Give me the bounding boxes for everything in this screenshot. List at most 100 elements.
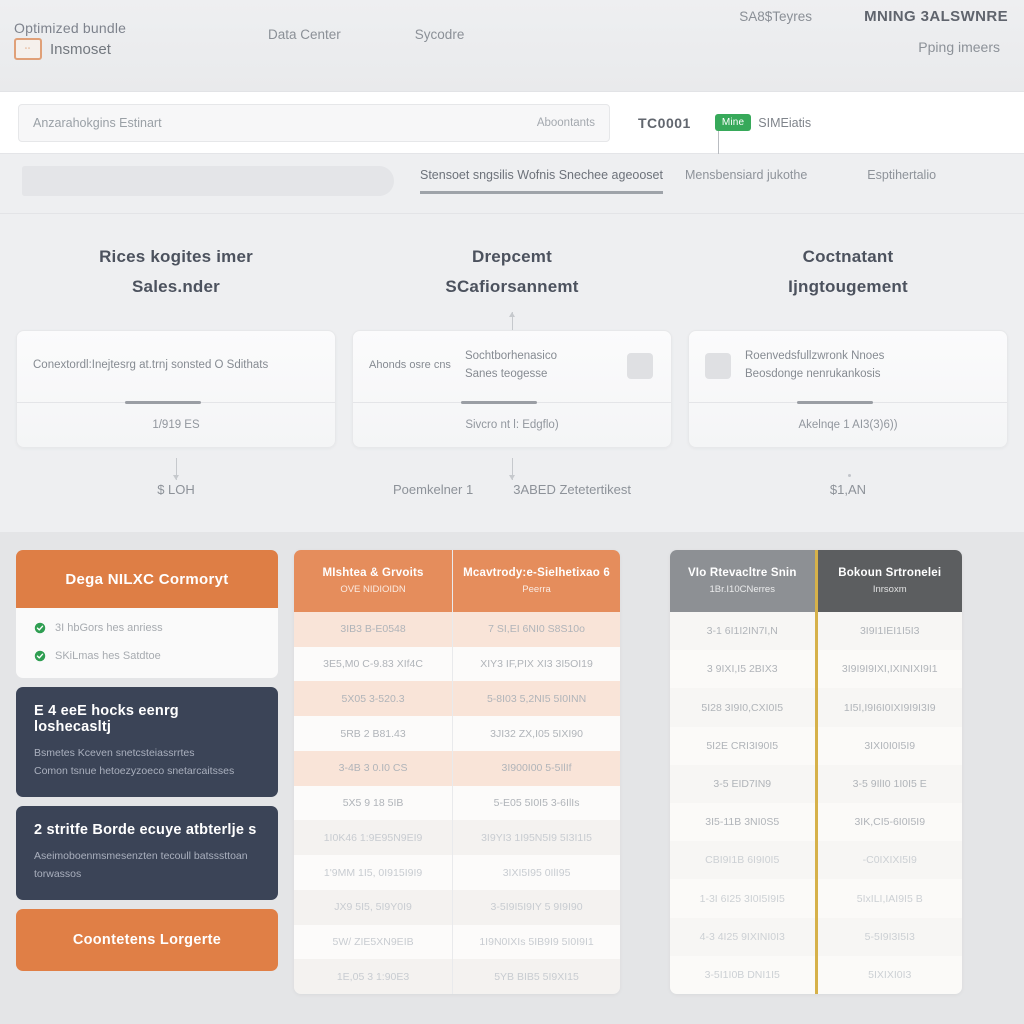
table-row[interactable]: 5-E05 5I0I5 3-6IlIs bbox=[453, 785, 620, 821]
plan-card-0[interactable]: E 4 eeE hocks eenrg loshecasltj Bsmetes … bbox=[16, 687, 278, 797]
grey-bag-icon bbox=[705, 353, 731, 379]
table-row[interactable]: 3-1 6I1I2IN7I,N bbox=[670, 612, 815, 651]
right-table-column-1: Bokoun Srtronelei Inrsoxm 3I9I1IEI1I5I3 … bbox=[814, 550, 962, 994]
process-section: Rices kogites imer Sales.nder Conextordl… bbox=[0, 214, 1024, 532]
table-row[interactable]: 3IB3 B-E0548 bbox=[294, 612, 453, 647]
status-badge-text: SIMEiatis bbox=[758, 115, 812, 130]
table-row[interactable]: CBI9I1B 6I9I0I5 bbox=[670, 841, 815, 880]
center-table-column-0: MIshtea & Grvoits OVE NIDIOIDN 3IB3 B-E0… bbox=[294, 550, 453, 994]
process-title-1: Drepcemt SCafiorsannemt bbox=[445, 247, 579, 296]
brand-line-1: Optimized bundle bbox=[14, 20, 127, 36]
services-label[interactable]: SA8$Teyres bbox=[739, 9, 812, 24]
table-row[interactable]: 5I2E CRI3I90I5 bbox=[670, 726, 815, 765]
table-row[interactable]: 3-5I9I5I9IY 5 9I9I90 bbox=[453, 889, 620, 925]
plan-header: Dega NILXC Cormoryt bbox=[16, 550, 278, 608]
plan-card-body-0: Bsmetes Kceven snetcsteiassrrtes Comon t… bbox=[34, 747, 235, 778]
app-root: Optimized bundle ▫▫ Insmoset Data Center… bbox=[0, 0, 1024, 1024]
tab-2[interactable]: Esptihertalio bbox=[867, 168, 936, 194]
table-row[interactable]: 5W/ ZIE5XN9EIB bbox=[294, 924, 453, 960]
right-table-header-sub-1: Inrsoxm bbox=[872, 584, 907, 595]
table-row[interactable]: 3IXI0I0I5I9 bbox=[817, 726, 962, 765]
table-row[interactable]: 5-8I03 5,2NI5 5I0INN bbox=[453, 681, 620, 717]
table-row[interactable]: XIY3 IF,PIX XI3 3I5OI19 bbox=[453, 646, 620, 682]
table-row[interactable]: 3IXI5I95 0IlI95 bbox=[453, 855, 620, 890]
table-row[interactable]: 5X05 3-520.3 bbox=[294, 681, 453, 717]
tab-0[interactable]: Stensoet sngsilis Wofnis Snechee ageoose… bbox=[420, 168, 663, 194]
table-row[interactable]: 3-4B 3 0.I0 CS bbox=[294, 750, 453, 786]
table-row[interactable]: 1I0K46 1:9E95N9EI9 bbox=[294, 820, 453, 856]
table-row[interactable]: 3IK,CI5-6I0I5I9 bbox=[817, 803, 962, 842]
plan-feature-0: 3I hbGors hes anriess bbox=[34, 622, 260, 634]
process-card-label-0: Conextordl:Inejtesrg at.trnj sonsted O S… bbox=[33, 359, 269, 372]
right-table-header-title-1: Bokoun Srtronelei bbox=[838, 567, 942, 579]
table-row[interactable]: 4-3 4I25 9IXINI0I3 bbox=[670, 917, 815, 956]
search-strip: Anzarahokgins Estinart Aboontants TC0001… bbox=[0, 92, 1024, 154]
top-header-bar: Optimized bundle ▫▫ Insmoset Data Center… bbox=[0, 0, 1024, 92]
table-row[interactable]: 1E,05 3 1:90E3 bbox=[294, 959, 453, 994]
center-table-header-1: Mcavtrody:e-Sielhetixao 6 Peerra bbox=[453, 550, 620, 612]
brand[interactable]: Optimized bundle ▫▫ Insmoset bbox=[14, 20, 126, 60]
table-row[interactable]: -C0IXIXI5I9 bbox=[817, 841, 962, 880]
table-row[interactable]: 5IXIXI0I3 bbox=[817, 955, 962, 994]
process-card-2[interactable]: Roenvedsfullzwronk Nnoes Beosdonge nenru… bbox=[688, 329, 1008, 448]
tab-1[interactable]: Mensbensiard jukothe bbox=[685, 168, 807, 194]
table-row[interactable]: 3I9I1IEI1I5I3 bbox=[817, 612, 962, 651]
right-table-column-0: VIo Rtevacltre Snin 1Br.I10CNerres 3-1 6… bbox=[670, 550, 815, 994]
table-row[interactable]: 1I9N0IXIs 5IB9I9 5I0I9I1 bbox=[453, 924, 620, 960]
process-footer-left-1: Poemkelner 1 bbox=[393, 482, 474, 497]
table-row[interactable]: 1-3I 6I25 3I0I5I9I5 bbox=[670, 879, 815, 918]
top-navigation: Data Center Sycodre bbox=[268, 27, 464, 42]
table-row[interactable]: 3JI32 ZX,I05 5IXI90 bbox=[453, 716, 620, 751]
right-table-header-0: VIo Rtevacltre Snin 1Br.I10CNerres bbox=[670, 550, 815, 612]
table-row[interactable]: 3-5 EID7IN9 bbox=[670, 764, 815, 804]
table-row[interactable]: JX9 5I5, 5I9Y0I9 bbox=[294, 889, 453, 925]
table-row[interactable]: 3I900I00 5-5IlIf bbox=[453, 750, 620, 786]
status-badge-group: Mine SIMEiatis bbox=[714, 114, 812, 131]
search-placeholder: Anzarahokgins Estinart bbox=[33, 115, 162, 130]
plan-feature-1: SKiLmas hes Satdtoe bbox=[34, 650, 260, 662]
table-row[interactable]: 5RB 2 B81.43 bbox=[294, 716, 453, 751]
plan-card-title-1: 2 stritfe Borde ecuye atbterlje s bbox=[34, 821, 257, 838]
process-arrow-down-1 bbox=[509, 458, 515, 480]
table-row[interactable]: 3I9YI3 1I95N5I9 5I3I1I5 bbox=[453, 820, 620, 856]
process-column-2: Coctnatant Ijngtougement Roenvedsfullzwr… bbox=[688, 242, 1008, 532]
center-table-header-sub-0: OVE NIDIOIDN bbox=[340, 584, 406, 595]
process-card-label-left-1: Ahonds osre cns bbox=[369, 359, 451, 372]
table-row[interactable]: 5-5I9I3I5I3 bbox=[817, 917, 962, 956]
table-row[interactable]: 1I5I,I9I6I0IXI9I9I3I9 bbox=[817, 688, 962, 727]
plan-card-1[interactable]: 2 stritfe Borde ecuye atbterlje s Aseimo… bbox=[16, 805, 278, 900]
table-row[interactable]: 3-5 9IlI0 1I0I5 E bbox=[817, 764, 962, 804]
table-row[interactable]: 5YB BIB5 5I9XI15 bbox=[453, 959, 620, 994]
table-row[interactable]: 5IxILI,IAI9I5 B bbox=[817, 879, 962, 918]
table-row[interactable]: 5X5 9 18 5IB bbox=[294, 785, 453, 821]
search-action-label[interactable]: Aboontants bbox=[537, 117, 595, 129]
process-card-1[interactable]: Ahonds osre cns Sochtborhenasico Sanes t… bbox=[352, 329, 672, 448]
search-input[interactable]: Anzarahokgins Estinart Aboontants bbox=[18, 103, 610, 142]
table-row[interactable]: 3I5-11B 3NI0S5 bbox=[670, 803, 815, 842]
right-table-body-1: 3I9I1IEI1I5I3 3I9I9I9IXI,IXINIXI9I1 1I5I… bbox=[817, 612, 962, 994]
nav-item-0[interactable]: Data Center bbox=[268, 27, 341, 42]
header-right-block: SA8$Teyres MNING 3ALSWNRE Pping imeers bbox=[739, 8, 1008, 55]
tab-list: Stensoet sngsilis Wofnis Snechee ageoose… bbox=[420, 168, 936, 194]
orange-square-logo-icon: ▫▫ bbox=[14, 38, 42, 60]
record-code: TC0001 bbox=[638, 114, 691, 131]
table-row[interactable]: 1'9MM 1I5, 0I915I9I9 bbox=[294, 855, 453, 890]
nav-item-1[interactable]: Sycodre bbox=[415, 27, 465, 42]
plan-cta-button[interactable]: Coontetens Lorgerte bbox=[16, 908, 278, 971]
table-row[interactable]: 3E5,M0 C-9.83 XIf4C bbox=[294, 646, 453, 682]
plan-feature-text-1: SKiLmas hes Satdtoe bbox=[55, 650, 161, 662]
table-row[interactable]: 3I9I9I9IXI,IXINIXI9I1 bbox=[817, 650, 962, 689]
table-row[interactable]: 5I28 3I9I0,CXI0I5 bbox=[670, 688, 815, 727]
table-row[interactable]: 3 9IXI,I5 2BIX3 bbox=[670, 650, 815, 689]
status-badge: Mine bbox=[714, 114, 752, 131]
process-card-top-1: Ahonds osre cns Sochtborhenasico Sanes t… bbox=[353, 331, 671, 402]
table-row[interactable]: 7 SI,EI 6NI0 S8S10o bbox=[453, 612, 620, 647]
process-footer-0: $ LOH bbox=[16, 482, 336, 497]
plan-feature-text-0: 3I hbGors hes anriess bbox=[55, 622, 163, 634]
process-card-bottom-2: Akelnqe 1 AI3(3)6)) bbox=[798, 418, 898, 431]
process-card-divider-0 bbox=[17, 400, 335, 404]
plan-card-body-1: Aseimoboenmsmesenzten tecoull batsssttoa… bbox=[34, 849, 248, 881]
table-row[interactable]: 3-5I1I0B DNI1I5 bbox=[670, 955, 815, 994]
process-card-0[interactable]: Conextordl:Inejtesrg at.trnj sonsted O S… bbox=[16, 329, 336, 448]
tab-strip-pill bbox=[22, 166, 394, 196]
